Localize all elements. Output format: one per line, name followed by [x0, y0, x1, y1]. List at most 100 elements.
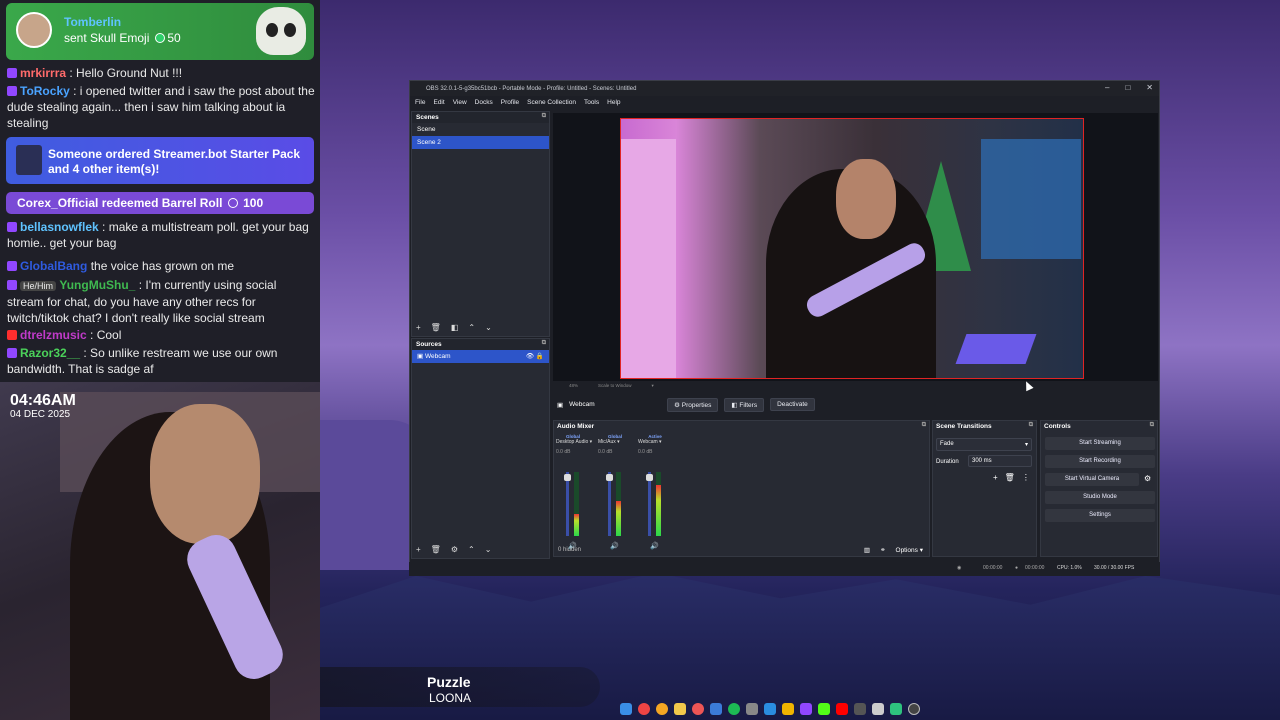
gem-icon: [155, 33, 166, 43]
folder-icon[interactable]: [674, 703, 686, 715]
undock-icon[interactable]: ⧉: [1150, 422, 1154, 429]
fader-handle[interactable]: [646, 474, 653, 481]
firefox-icon[interactable]: [656, 703, 668, 715]
obs-icon[interactable]: [908, 703, 920, 715]
source-item[interactable]: ▣ Webcam 👁 🔒: [412, 350, 549, 363]
volume-fader[interactable]: [566, 472, 569, 536]
gear-icon[interactable]: ⚙: [1144, 474, 1151, 483]
channel-name[interactable]: Webcam ▾: [638, 439, 672, 445]
studio-mode-button[interactable]: Studio Mode: [1045, 491, 1155, 504]
youtube-icon[interactable]: [836, 703, 848, 715]
notes-icon[interactable]: [782, 703, 794, 715]
chrome-icon[interactable]: [638, 703, 650, 715]
streamer-face: [836, 159, 896, 239]
add-icon[interactable]: +: [993, 473, 998, 482]
undock-icon[interactable]: ⧉: [542, 340, 546, 347]
twitch-icon[interactable]: [800, 703, 812, 715]
add-icon[interactable]: +: [416, 323, 421, 332]
menu-tools[interactable]: Tools: [584, 99, 599, 106]
maximize-icon[interactable]: □: [1125, 83, 1130, 92]
fader-handle[interactable]: [606, 474, 613, 481]
keyboard: [955, 334, 1037, 364]
kick-icon[interactable]: [818, 703, 830, 715]
trash-icon[interactable]: 🗑: [1005, 473, 1015, 482]
order-text: Someone ordered Streamer.bot Starter Pac…: [48, 147, 301, 176]
mixer-channel: Global Mic/Aux ▾ 0.0 dB 🔊: [598, 434, 632, 550]
zoom-level[interactable]: 48%: [569, 383, 578, 391]
menu-file[interactable]: File: [415, 99, 425, 106]
scale-mode[interactable]: Scale to Window: [598, 383, 632, 391]
layout-icon[interactable]: ▥: [864, 546, 870, 554]
move-down-icon[interactable]: ⌄: [485, 323, 492, 332]
undock-icon[interactable]: ⧉: [1029, 422, 1033, 429]
undock-icon[interactable]: ⧉: [542, 113, 546, 120]
gear-icon[interactable]: ⚙: [451, 545, 458, 554]
duration-spinbox[interactable]: 300 ms: [968, 455, 1032, 467]
speaker-icon[interactable]: 🔊: [610, 542, 619, 550]
app-icon[interactable]: [854, 703, 866, 715]
options-button[interactable]: Options ▾: [896, 546, 923, 554]
trash-icon[interactable]: 🗑: [431, 545, 441, 554]
app-icon[interactable]: [764, 703, 776, 715]
menu-scene-collection[interactable]: Scene Collection: [527, 99, 576, 106]
deactivate-button[interactable]: Deactivate: [770, 398, 815, 411]
volume-fader[interactable]: [648, 472, 651, 536]
chat-message: dtrelzmusic : Cool: [7, 327, 315, 343]
transition-select[interactable]: Fade ▾: [936, 438, 1032, 451]
volume-fader[interactable]: [608, 472, 611, 536]
chat-user: ToRocky: [20, 84, 70, 98]
minimize-icon[interactable]: –: [1105, 83, 1109, 92]
app-icon[interactable]: [890, 703, 902, 715]
menu-view[interactable]: View: [453, 99, 467, 106]
scene-item-selected[interactable]: Scene 2: [412, 136, 549, 149]
move-down-icon[interactable]: ⌄: [485, 545, 492, 554]
app-icon[interactable]: [692, 703, 704, 715]
fader-handle[interactable]: [564, 474, 571, 481]
more-options-icon[interactable]: ⋮: [1022, 473, 1030, 482]
chevron-down-icon[interactable]: ▾: [652, 383, 654, 391]
undock-icon[interactable]: ⧉: [922, 422, 926, 429]
app-icon[interactable]: [746, 703, 758, 715]
channel-db: 0.0 dB: [598, 449, 613, 455]
properties-button[interactable]: ⚙ Properties: [667, 397, 719, 412]
spotify-icon[interactable]: [728, 703, 740, 715]
filter-icon[interactable]: ◧: [451, 323, 459, 332]
menu-profile[interactable]: Profile: [501, 99, 519, 106]
chat-user: Razor32__: [20, 346, 81, 360]
app-icon[interactable]: [710, 703, 722, 715]
scene-item[interactable]: Scene: [412, 123, 549, 136]
duration-value: 300 ms: [972, 458, 992, 464]
speaker-icon[interactable]: 🔊: [650, 542, 659, 550]
duration-label: Duration: [936, 459, 959, 465]
start-virtual-camera-button[interactable]: Start Virtual Camera: [1045, 473, 1139, 486]
chat-text: : Cool: [90, 328, 122, 342]
settings-button[interactable]: Settings: [1045, 509, 1155, 522]
channel-name[interactable]: Mic/Aux ▾: [598, 439, 632, 445]
app-icon[interactable]: [872, 703, 884, 715]
visibility-eye-icon[interactable]: 👁 🔒: [526, 350, 544, 363]
source-toolbar-name: Webcam: [569, 401, 595, 408]
add-icon[interactable]: +: [416, 545, 421, 554]
trash-icon[interactable]: 🗑: [431, 323, 441, 332]
menu-edit[interactable]: Edit: [433, 99, 444, 106]
windows-icon[interactable]: [620, 703, 632, 715]
webcam-source-preview[interactable]: [620, 118, 1084, 379]
record-icon: ●: [1015, 565, 1019, 571]
move-up-icon[interactable]: ⌃: [468, 545, 475, 554]
menu-docks[interactable]: Docks: [475, 99, 493, 106]
start-streaming-button[interactable]: Start Streaming: [1045, 437, 1155, 450]
chat-message: Razor32__ : So unlike restream we use ou…: [7, 345, 315, 377]
link-icon[interactable]: ⚭: [880, 546, 885, 554]
move-up-icon[interactable]: ⌃: [468, 323, 475, 332]
channel-name[interactable]: Desktop Audio ▾: [556, 439, 592, 445]
chat-user: bellasnowflek: [20, 220, 99, 234]
audio-mixer-header: Audio Mixer ⧉: [554, 421, 929, 432]
gift-amount: 50: [167, 31, 181, 45]
chat-message: GlobalBang the voice has grown on me: [7, 258, 315, 274]
close-icon[interactable]: ✕: [1146, 83, 1153, 92]
filters-button[interactable]: ◧ Filters: [724, 397, 765, 412]
redeem-cost: 100: [243, 196, 264, 210]
menu-help[interactable]: Help: [607, 99, 620, 106]
chevron-down-icon: ▾: [1024, 442, 1028, 448]
start-recording-button[interactable]: Start Recording: [1045, 455, 1155, 468]
